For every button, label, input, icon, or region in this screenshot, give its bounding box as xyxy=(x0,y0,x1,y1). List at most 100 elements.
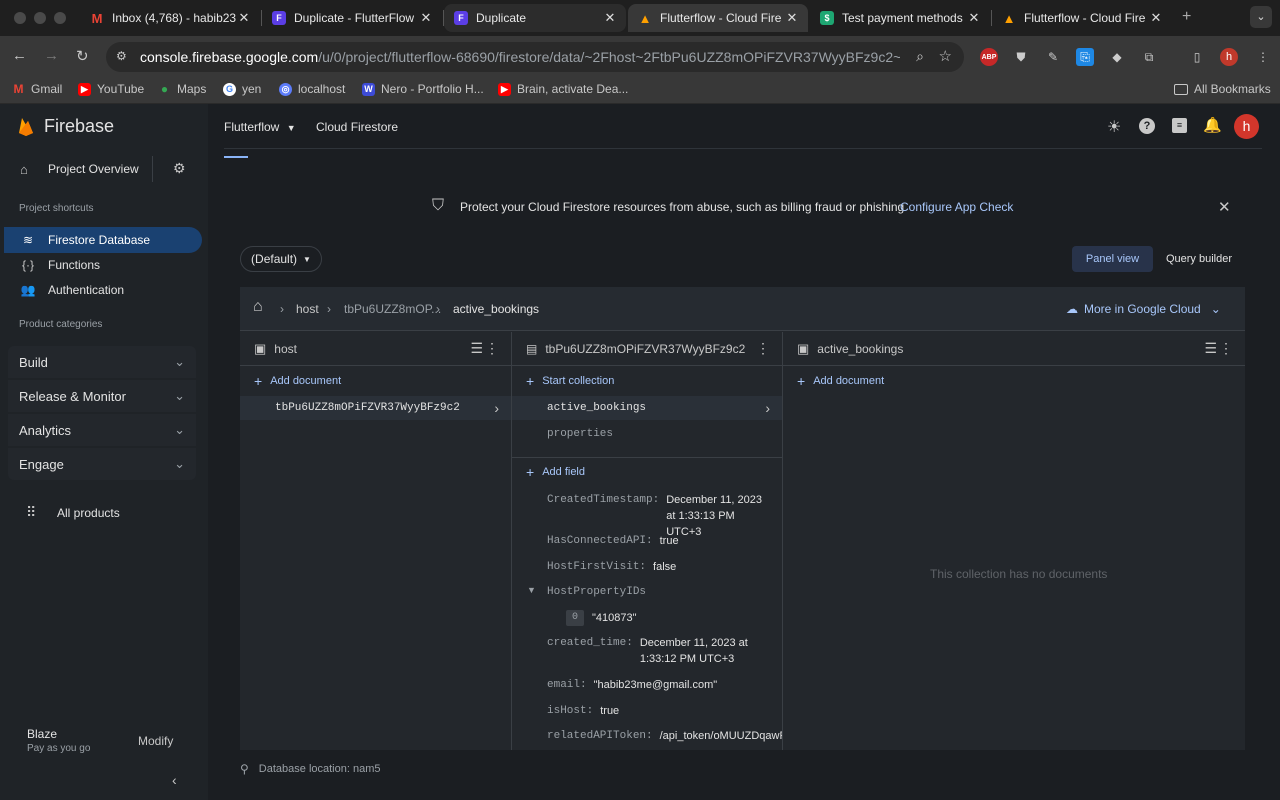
panel-view-button[interactable]: Panel view xyxy=(1072,246,1153,272)
shield-icon: ⛉ xyxy=(432,197,445,214)
minimize-window-button[interactable] xyxy=(34,12,46,24)
side-panel-icon[interactable]: ▯ xyxy=(1188,48,1206,66)
close-window-button[interactable] xyxy=(14,12,26,24)
bookmark-yen[interactable]: Gyen xyxy=(223,82,261,96)
browser-tab[interactable]: $ Test payment methods ✕ xyxy=(810,4,990,32)
all-products-link[interactable]: All products xyxy=(57,506,120,520)
adblock-extension-icon[interactable]: ABP xyxy=(980,48,998,66)
forward-icon[interactable]: → xyxy=(44,47,59,64)
tab-search-icon[interactable]: ⌄ xyxy=(1250,6,1272,28)
bookmark-brain[interactable]: ▶ Brain, activate Dea... xyxy=(498,82,628,96)
link-extension-icon[interactable]: ⎘ xyxy=(1076,48,1094,66)
database-select[interactable]: (Default) ▼ xyxy=(240,246,322,272)
avatar[interactable]: h xyxy=(1234,114,1259,139)
close-icon[interactable]: ✕ xyxy=(1218,198,1231,216)
browser-tab[interactable]: ▲ Flutterflow - Cloud Fire ✕ xyxy=(992,4,1172,32)
new-tab-button[interactable]: + xyxy=(1182,8,1191,26)
list-item[interactable]: tbPu6UZZ8mOPiFZVR37WyyBFz9c2 › xyxy=(240,396,511,420)
more-vert-icon[interactable]: ⋮ xyxy=(485,340,499,357)
array-value[interactable]: "410873" xyxy=(592,610,637,626)
expand-array-icon[interactable]: ▼ xyxy=(527,585,536,595)
close-icon[interactable]: ✕ xyxy=(236,10,252,26)
maximize-window-button[interactable] xyxy=(54,12,66,24)
feedback-icon[interactable]: ≡ xyxy=(1172,118,1187,133)
browser-tab[interactable]: M Inbox (4,768) - habib23 ✕ xyxy=(80,4,260,32)
sidebar-item-functions[interactable]: {·} Functions xyxy=(4,252,202,278)
banner-message: Protect your Cloud Firestore resources f… xyxy=(460,200,905,214)
reload-icon[interactable]: ↻ xyxy=(76,47,89,65)
tab-title: Inbox (4,768) - habib23 xyxy=(112,11,236,25)
chevron-right-icon: › xyxy=(494,400,499,416)
bookmark-youtube[interactable]: ▶ YouTube xyxy=(78,82,144,96)
eyedropper-extension-icon[interactable]: ✎ xyxy=(1044,48,1062,66)
subcollection-item[interactable]: properties xyxy=(547,422,613,446)
close-icon[interactable]: ✕ xyxy=(602,10,618,26)
theme-toggle-icon[interactable]: ☀ xyxy=(1107,117,1121,137)
notifications-icon[interactable]: 🔔 xyxy=(1203,116,1222,134)
breadcrumb-collection[interactable]: active_bookings xyxy=(453,302,539,316)
firebase-logo[interactable]: Firebase xyxy=(18,116,114,137)
more-vert-icon[interactable]: ⋮ xyxy=(756,340,770,357)
category-engage[interactable]: Engage ⌄ xyxy=(8,448,196,480)
profile-avatar[interactable]: h xyxy=(1220,48,1238,66)
browser-menu-icon[interactable]: ⋮ xyxy=(1254,48,1272,66)
layers-extension-icon[interactable]: ◆ xyxy=(1108,48,1126,66)
browser-tab[interactable]: F Duplicate - FlutterFlow ✕ xyxy=(262,4,442,32)
gear-icon[interactable]: ⚙ xyxy=(173,160,186,177)
more-vert-icon[interactable]: ⋮ xyxy=(1219,340,1233,357)
close-icon[interactable]: ✕ xyxy=(784,10,800,26)
shield-extension-icon[interactable]: ⛊ xyxy=(1012,48,1030,66)
bookmark-localhost[interactable]: ◎ localhost xyxy=(279,82,345,96)
close-icon[interactable]: ✕ xyxy=(418,10,434,26)
plan-description: Pay as you go xyxy=(27,743,91,754)
add-field-button[interactable]: + Add field xyxy=(526,460,585,484)
zoom-search-icon[interactable]: ⌕ xyxy=(916,48,924,65)
field-row[interactable]: email: "habib23me@gmail.com" xyxy=(547,677,717,693)
column-header-host: ▣ host ☰ ⋮ xyxy=(240,332,511,366)
bookmark-star-icon[interactable]: ☆ xyxy=(939,47,952,65)
query-builder-button[interactable]: Query builder xyxy=(1156,246,1242,272)
browser-tab-active[interactable]: ▲ Flutterflow - Cloud Fire ✕ xyxy=(628,4,808,32)
breadcrumb-host[interactable]: host xyxy=(296,302,319,316)
back-icon[interactable]: ← xyxy=(12,47,27,64)
collapse-sidebar-icon[interactable]: ‹ xyxy=(172,772,177,788)
field-row[interactable]: relatedAPIToken:/api_token/oMUUZDqawF xyxy=(547,728,782,744)
filter-icon[interactable]: ☰ xyxy=(470,340,483,357)
chevron-down-icon: ⌄ xyxy=(174,388,185,403)
folder-icon xyxy=(1174,83,1188,95)
more-in-google-cloud-button[interactable]: ☁ More in Google Cloud ⌄ xyxy=(1066,302,1221,316)
field-row[interactable]: created_time: December 11, 2023 at 1:33:1… xyxy=(547,635,772,667)
field-row[interactable]: HostFirstVisit: false xyxy=(547,559,676,575)
configure-app-check-link[interactable]: Configure App Check xyxy=(900,200,1013,214)
start-collection-button[interactable]: + Start collection xyxy=(526,369,614,393)
site-info-icon[interactable]: ⚙ xyxy=(116,49,127,63)
help-icon[interactable]: ? xyxy=(1139,118,1155,134)
all-bookmarks-folder[interactable]: All Bookmarks xyxy=(1174,82,1271,96)
sidebar-item-authentication[interactable]: 👥 Authentication xyxy=(4,277,202,303)
url-input[interactable]: ⚙ console.firebase.google.com/u/0/projec… xyxy=(106,42,964,72)
add-document-button[interactable]: + Add document xyxy=(797,369,884,393)
project-switcher[interactable]: Flutterflow ▼ xyxy=(224,120,296,134)
field-row[interactable]: isHost: true xyxy=(547,703,619,719)
filter-icon[interactable]: ☰ xyxy=(1204,340,1217,357)
sidebar-item-firestore[interactable]: ≋ Firestore Database xyxy=(4,227,202,253)
breadcrumb-document[interactable]: tbPu6UZZ8mOP... xyxy=(344,302,441,316)
browser-tab[interactable]: F Duplicate ✕ xyxy=(444,4,626,32)
extensions-puzzle-icon[interactable]: ⧉ xyxy=(1140,48,1158,66)
empty-collection-message: This collection has no documents xyxy=(930,567,1108,581)
modify-plan-button[interactable]: Modify xyxy=(138,734,173,748)
close-icon[interactable]: ✕ xyxy=(1148,10,1164,26)
project-overview-link[interactable]: Project Overview xyxy=(48,162,139,176)
category-analytics[interactable]: Analytics ⌄ xyxy=(8,414,196,446)
bookmark-maps[interactable]: ● Maps xyxy=(158,82,206,96)
bookmark-gmail[interactable]: M Gmail xyxy=(12,82,63,96)
field-row[interactable]: HasConnectedAPI: true xyxy=(547,533,679,549)
category-build[interactable]: Build ⌄ xyxy=(8,346,196,378)
close-icon[interactable]: ✕ xyxy=(966,10,982,26)
add-document-button[interactable]: + Add document xyxy=(254,369,341,393)
subcollection-item[interactable]: active_bookings › xyxy=(512,396,782,420)
category-release-monitor[interactable]: Release & Monitor ⌄ xyxy=(8,380,196,412)
bookmark-nero[interactable]: W Nero - Portfolio H... xyxy=(362,82,484,96)
home-icon[interactable]: ⌂ xyxy=(253,298,263,316)
field-row-array[interactable]: HostPropertyIDs xyxy=(547,584,653,600)
